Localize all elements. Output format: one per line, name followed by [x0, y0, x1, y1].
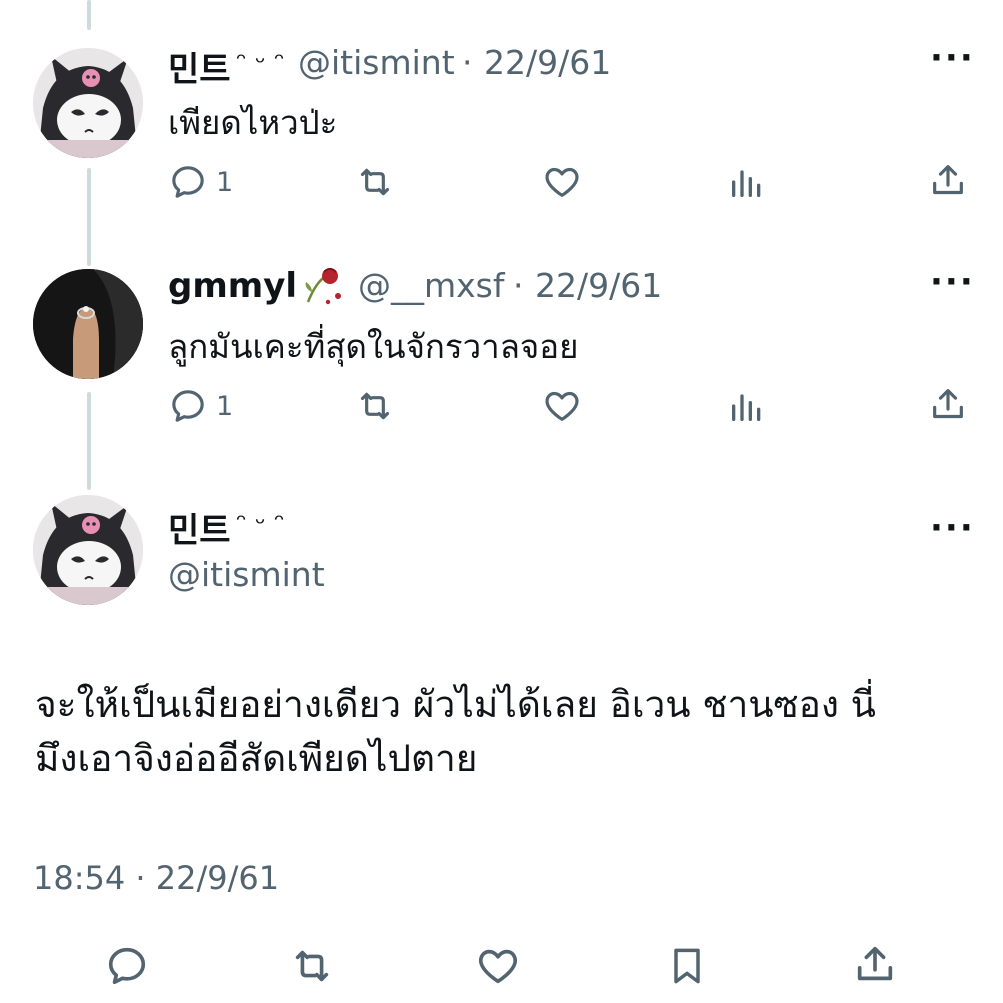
tweet1-reply-count: 1 [216, 166, 234, 198]
main-date: 22/9/61 [155, 859, 280, 897]
main-bookmark-button[interactable] [665, 943, 709, 989]
heart-icon [478, 949, 518, 984]
thread-line-top [87, 0, 91, 30]
tweet1-like-button[interactable] [541, 162, 583, 202]
tweet2-date[interactable]: 22/9/61 [535, 266, 662, 305]
main-avatar-itismint[interactable] [33, 495, 143, 605]
avatar-itismint[interactable] [33, 48, 143, 158]
share-icon [857, 946, 893, 981]
main-retweet-button[interactable] [288, 943, 336, 989]
bookmark-icon [674, 948, 700, 984]
tweet1-name-decoration: ᵔ ᵕ ᵔ [236, 48, 285, 78]
reply-icon [172, 166, 204, 198]
main-tweet-text-line2: มึงเอาจิงอ่ออีสัดเพียดไปตาย [35, 737, 478, 780]
main-time: 18:54 [33, 859, 126, 897]
tweet2-views-button[interactable] [727, 386, 767, 426]
tweet2-share-button[interactable] [928, 384, 968, 424]
reply-icon [172, 390, 204, 422]
tweet2-more-button[interactable]: ··· [930, 262, 975, 302]
main-author-name[interactable]: 민트 [168, 503, 231, 552]
wilted-rose-icon [305, 268, 341, 305]
tweet1-retweet-button[interactable] [354, 162, 396, 202]
retweet-icon [360, 392, 390, 420]
tweet1-handle[interactable]: @itismint [298, 43, 455, 82]
tweet1-author-name[interactable]: 민트 [168, 42, 231, 91]
tweet1-more-button[interactable]: ··· [930, 38, 975, 78]
avatar-mxsf[interactable] [33, 269, 143, 379]
share-icon [933, 165, 963, 195]
reply-icon [108, 947, 146, 985]
tweet1-text: เพียดไหวป่ะ [168, 103, 338, 142]
tweet2-text: ลูกมันเคะที่สุดในจักรวาลจอย [168, 327, 579, 366]
tweet1-share-button[interactable] [928, 160, 968, 200]
main-like-button[interactable] [474, 943, 522, 989]
tweet2-author-name[interactable]: gmmyl [168, 266, 297, 306]
thread-line-2 [87, 392, 91, 490]
tweet2-reply-count: 1 [216, 390, 234, 422]
retweet-icon [295, 950, 329, 982]
main-handle[interactable]: @itismint [168, 555, 325, 594]
heart-icon [545, 167, 579, 197]
tweet2-retweet-button[interactable] [354, 386, 396, 426]
tweet2-handle[interactable]: @__mxsf [358, 266, 505, 305]
main-name-decoration: ᵔ ᵕ ᵔ [236, 509, 285, 539]
tweet2-reply-button[interactable]: 1 [168, 386, 233, 426]
kuromi-avatar-icon [33, 495, 143, 605]
tweet1-reply-button[interactable]: 1 [168, 162, 233, 202]
main-reply-button[interactable] [104, 943, 150, 989]
main-share-button[interactable] [852, 941, 898, 987]
main-time-separator: · [135, 859, 146, 897]
main-tweet-text-line1: จะให้เป็นเมียอย่างเดียว ผัวไม่ได้เลย อิเ… [35, 683, 876, 726]
thread-line-1 [87, 168, 91, 266]
tweet1-views-button[interactable] [727, 162, 767, 202]
tweet2-name-decoration [298, 262, 348, 310]
main-timestamp[interactable]: 18:54 · 22/9/61 [33, 859, 279, 897]
heart-icon [545, 391, 579, 421]
kuromi-avatar-icon [33, 48, 143, 158]
finger-ring-avatar-icon [33, 269, 143, 379]
main-tweet-text: จะให้เป็นเมียอย่างเดียว ผัวไม่ได้เลย อิเ… [35, 678, 975, 786]
retweet-icon [360, 168, 390, 196]
main-more-button[interactable]: ··· [930, 508, 975, 548]
views-chart-icon [732, 170, 761, 197]
tweet2-like-button[interactable] [541, 386, 583, 426]
share-icon [933, 389, 963, 419]
tweet1-separator: · [462, 43, 473, 82]
views-chart-icon [732, 394, 761, 421]
tweet2-separator: · [513, 266, 524, 305]
tweet1-date[interactable]: 22/9/61 [484, 43, 611, 82]
